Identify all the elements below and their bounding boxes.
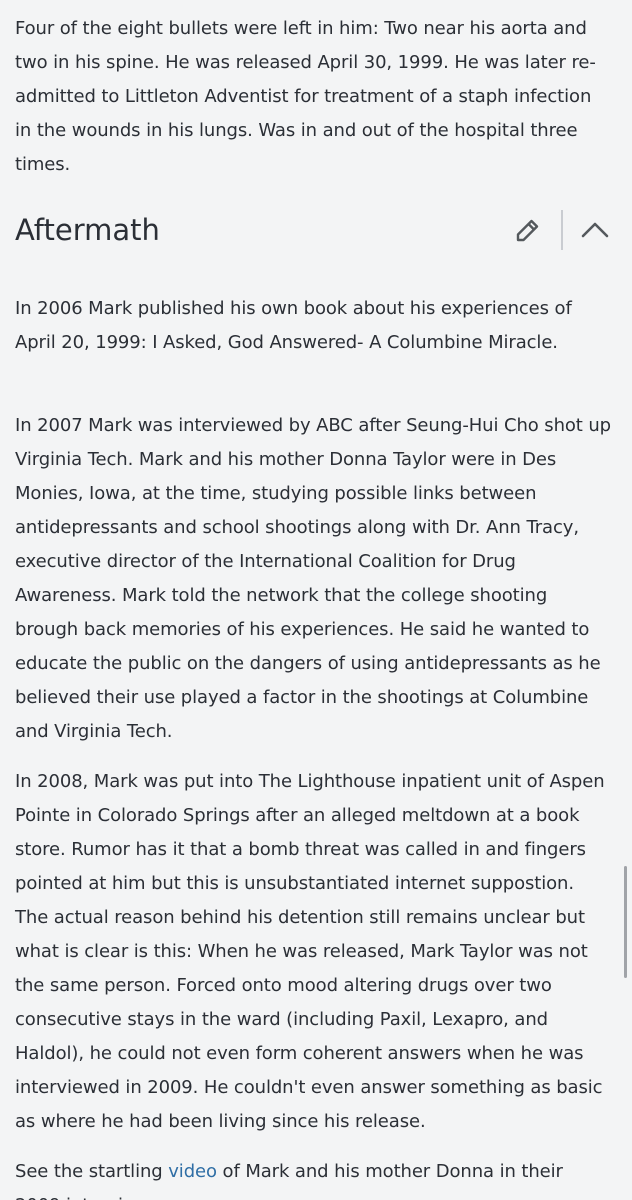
chevron-up-icon [581,222,609,238]
video-link[interactable]: video [168,1161,217,1182]
paragraph-video: See the startling video of Mark and his … [15,1155,611,1200]
article-content: Four of the eight bullets were left in h… [15,12,611,1200]
section-header: Aftermath [15,182,611,292]
section-actions [512,210,611,250]
scrollbar-thumb[interactable] [624,866,627,978]
edit-section-button[interactable] [512,214,544,246]
header-divider [561,210,563,250]
video-text-before: See the startling [15,1161,169,1182]
paragraph-book: In 2006 Mark published his own book abou… [15,298,572,353]
collapse-section-button[interactable] [579,214,611,246]
intro-paragraph: Four of the eight bullets were left in h… [15,18,596,175]
pencil-icon [516,219,539,242]
paragraph-2007: In 2007 Mark was interviewed by ABC afte… [15,415,612,742]
paragraph-2008: In 2008, Mark was put into The Lighthous… [15,771,605,1132]
section-title: Aftermath [15,213,160,247]
